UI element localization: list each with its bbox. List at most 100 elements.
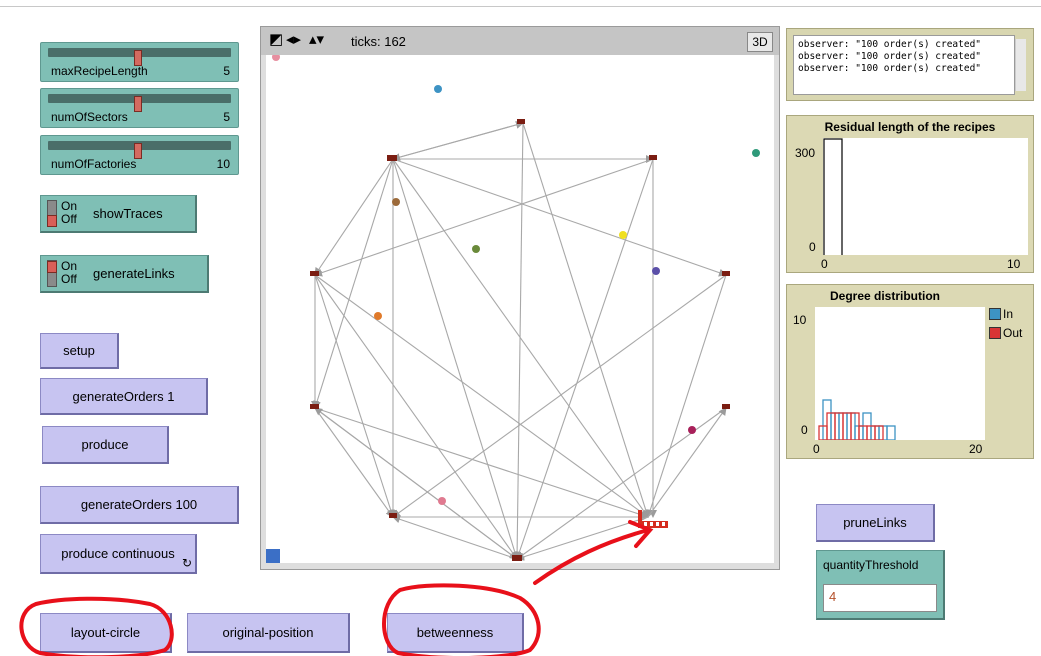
y-max-label: 300 — [795, 146, 816, 160]
y-min-label: 0 — [801, 423, 808, 437]
switch-generate-links[interactable]: On Off generateLinks — [40, 255, 209, 293]
link — [516, 516, 649, 561]
3d-button[interactable]: 3D — [747, 32, 773, 52]
link — [314, 407, 649, 519]
order-agents — [272, 55, 760, 505]
x-min-label: 0 — [821, 257, 828, 271]
order-agent[interactable] — [472, 245, 480, 253]
original-position-button[interactable]: original-position — [187, 613, 350, 653]
switch-knob[interactable] — [47, 215, 57, 227]
order-agent[interactable] — [272, 55, 280, 61]
horizontal-arrows-icon[interactable]: ◂▸ — [286, 32, 301, 48]
layout-circle-button[interactable]: layout-circle — [40, 613, 172, 653]
order-agent[interactable] — [374, 312, 382, 320]
slider-name: maxRecipeLength — [51, 64, 148, 78]
factory-node[interactable] — [310, 271, 319, 276]
legend-swatch — [989, 308, 1001, 320]
recipes-histogram — [823, 138, 843, 257]
setup-button[interactable]: setup — [40, 333, 119, 369]
resize-icon[interactable]: ◩ — [269, 32, 283, 48]
link — [647, 407, 727, 518]
produce-continuous-button[interactable]: produce continuous ↻ — [40, 534, 197, 574]
order-agent[interactable] — [434, 85, 442, 93]
link — [314, 274, 649, 518]
factory-node[interactable] — [722, 271, 730, 276]
switch-knob[interactable] — [47, 261, 57, 273]
switch-toggle[interactable] — [47, 260, 57, 287]
slider-track[interactable] — [48, 141, 231, 159]
y-min-label: 0 — [809, 240, 816, 254]
generate-orders-1-button[interactable]: generateOrders 1 — [40, 378, 208, 415]
slider-track[interactable] — [48, 94, 231, 112]
link — [314, 274, 518, 560]
order-agent[interactable] — [652, 267, 660, 275]
top-divider — [0, 6, 1041, 7]
link — [646, 274, 727, 518]
switch-off-label: Off — [61, 212, 77, 226]
link — [515, 158, 654, 560]
generate-orders-100-button[interactable]: generateOrders 100 — [40, 486, 239, 524]
factory-node[interactable] — [389, 513, 397, 518]
switch-name: showTraces — [93, 206, 163, 221]
factory-node[interactable] — [512, 555, 522, 561]
switch-show-traces[interactable]: On Off showTraces — [40, 195, 197, 233]
switch-on-label: On — [61, 199, 78, 213]
series-out — [818, 412, 884, 441]
x-max-label: 20 — [969, 442, 983, 456]
legend-item-in: In — [989, 307, 1013, 321]
factory-node[interactable] — [649, 155, 657, 160]
slider-name: numOfFactories — [51, 157, 137, 171]
link — [392, 158, 519, 560]
plot-degree-distribution: Degree distribution 10 0 0 20 In Out — [786, 284, 1034, 459]
plot-area — [823, 138, 1028, 257]
order-agent[interactable] — [392, 198, 400, 206]
ticks-counter: ticks: 162 — [351, 34, 406, 49]
order-agent[interactable] — [688, 426, 696, 434]
link — [392, 158, 727, 277]
switch-on-label: On — [61, 259, 78, 273]
output-line: observer: "100 order(s) created" — [798, 39, 982, 50]
input-label: quantityThreshold — [823, 558, 919, 572]
order-agent[interactable] — [438, 497, 446, 505]
link — [392, 274, 727, 518]
link — [314, 158, 654, 277]
vertical-arrows-icon[interactable]: ▴▾ — [309, 32, 324, 48]
factory-node[interactable] — [310, 404, 319, 409]
plot-title: Degree distribution — [829, 289, 940, 303]
prune-links-button[interactable]: pruneLinks — [816, 504, 935, 542]
world-canvas[interactable] — [266, 55, 774, 563]
view-toolbar: ◩ ◂▸ ▴▾ ticks: 162 3D — [261, 27, 779, 55]
quantity-threshold-input-widget: quantityThreshold 4 — [816, 550, 945, 620]
factory-node[interactable] — [722, 404, 730, 409]
produce-button[interactable]: produce — [42, 426, 169, 464]
slider-num-of-factories[interactable]: numOfFactories 10 — [40, 135, 239, 175]
slider-thumb[interactable] — [134, 96, 142, 112]
slider-value: 5 — [223, 110, 230, 124]
x-max-label: 10 — [1007, 257, 1021, 271]
link — [314, 158, 394, 276]
link — [314, 407, 518, 560]
output-line: observer: "100 order(s) created" — [798, 63, 982, 74]
switch-toggle[interactable] — [47, 200, 57, 227]
plot-area — [815, 307, 985, 441]
slider-num-of-sectors[interactable]: numOfSectors 5 — [40, 88, 239, 128]
slider-track[interactable] — [48, 48, 231, 66]
order-agent[interactable] — [619, 231, 627, 239]
output-scrollbar[interactable] — [1015, 39, 1026, 91]
output-text-area[interactable]: observer: "100 order(s) created" observe… — [793, 35, 1015, 95]
switch-off-label: Off — [61, 272, 77, 286]
slider-name: numOfSectors — [51, 110, 128, 124]
output-line: observer: "100 order(s) created" — [798, 51, 982, 62]
betweenness-button[interactable]: betweenness — [387, 613, 524, 653]
quantity-threshold-field[interactable]: 4 — [823, 584, 937, 612]
x-min-label: 0 — [813, 442, 820, 456]
histogram-bar — [823, 138, 843, 257]
factory-node[interactable] — [387, 155, 397, 161]
legend-label: Out — [1003, 326, 1023, 340]
y-max-label: 10 — [793, 313, 807, 327]
factory-node[interactable] — [517, 119, 525, 124]
legend-item-out: Out — [989, 326, 1022, 340]
forever-icon: ↻ — [181, 556, 192, 570]
slider-max-recipe-length[interactable]: maxRecipeLength 5 — [40, 42, 239, 82]
order-agent[interactable] — [752, 149, 760, 157]
